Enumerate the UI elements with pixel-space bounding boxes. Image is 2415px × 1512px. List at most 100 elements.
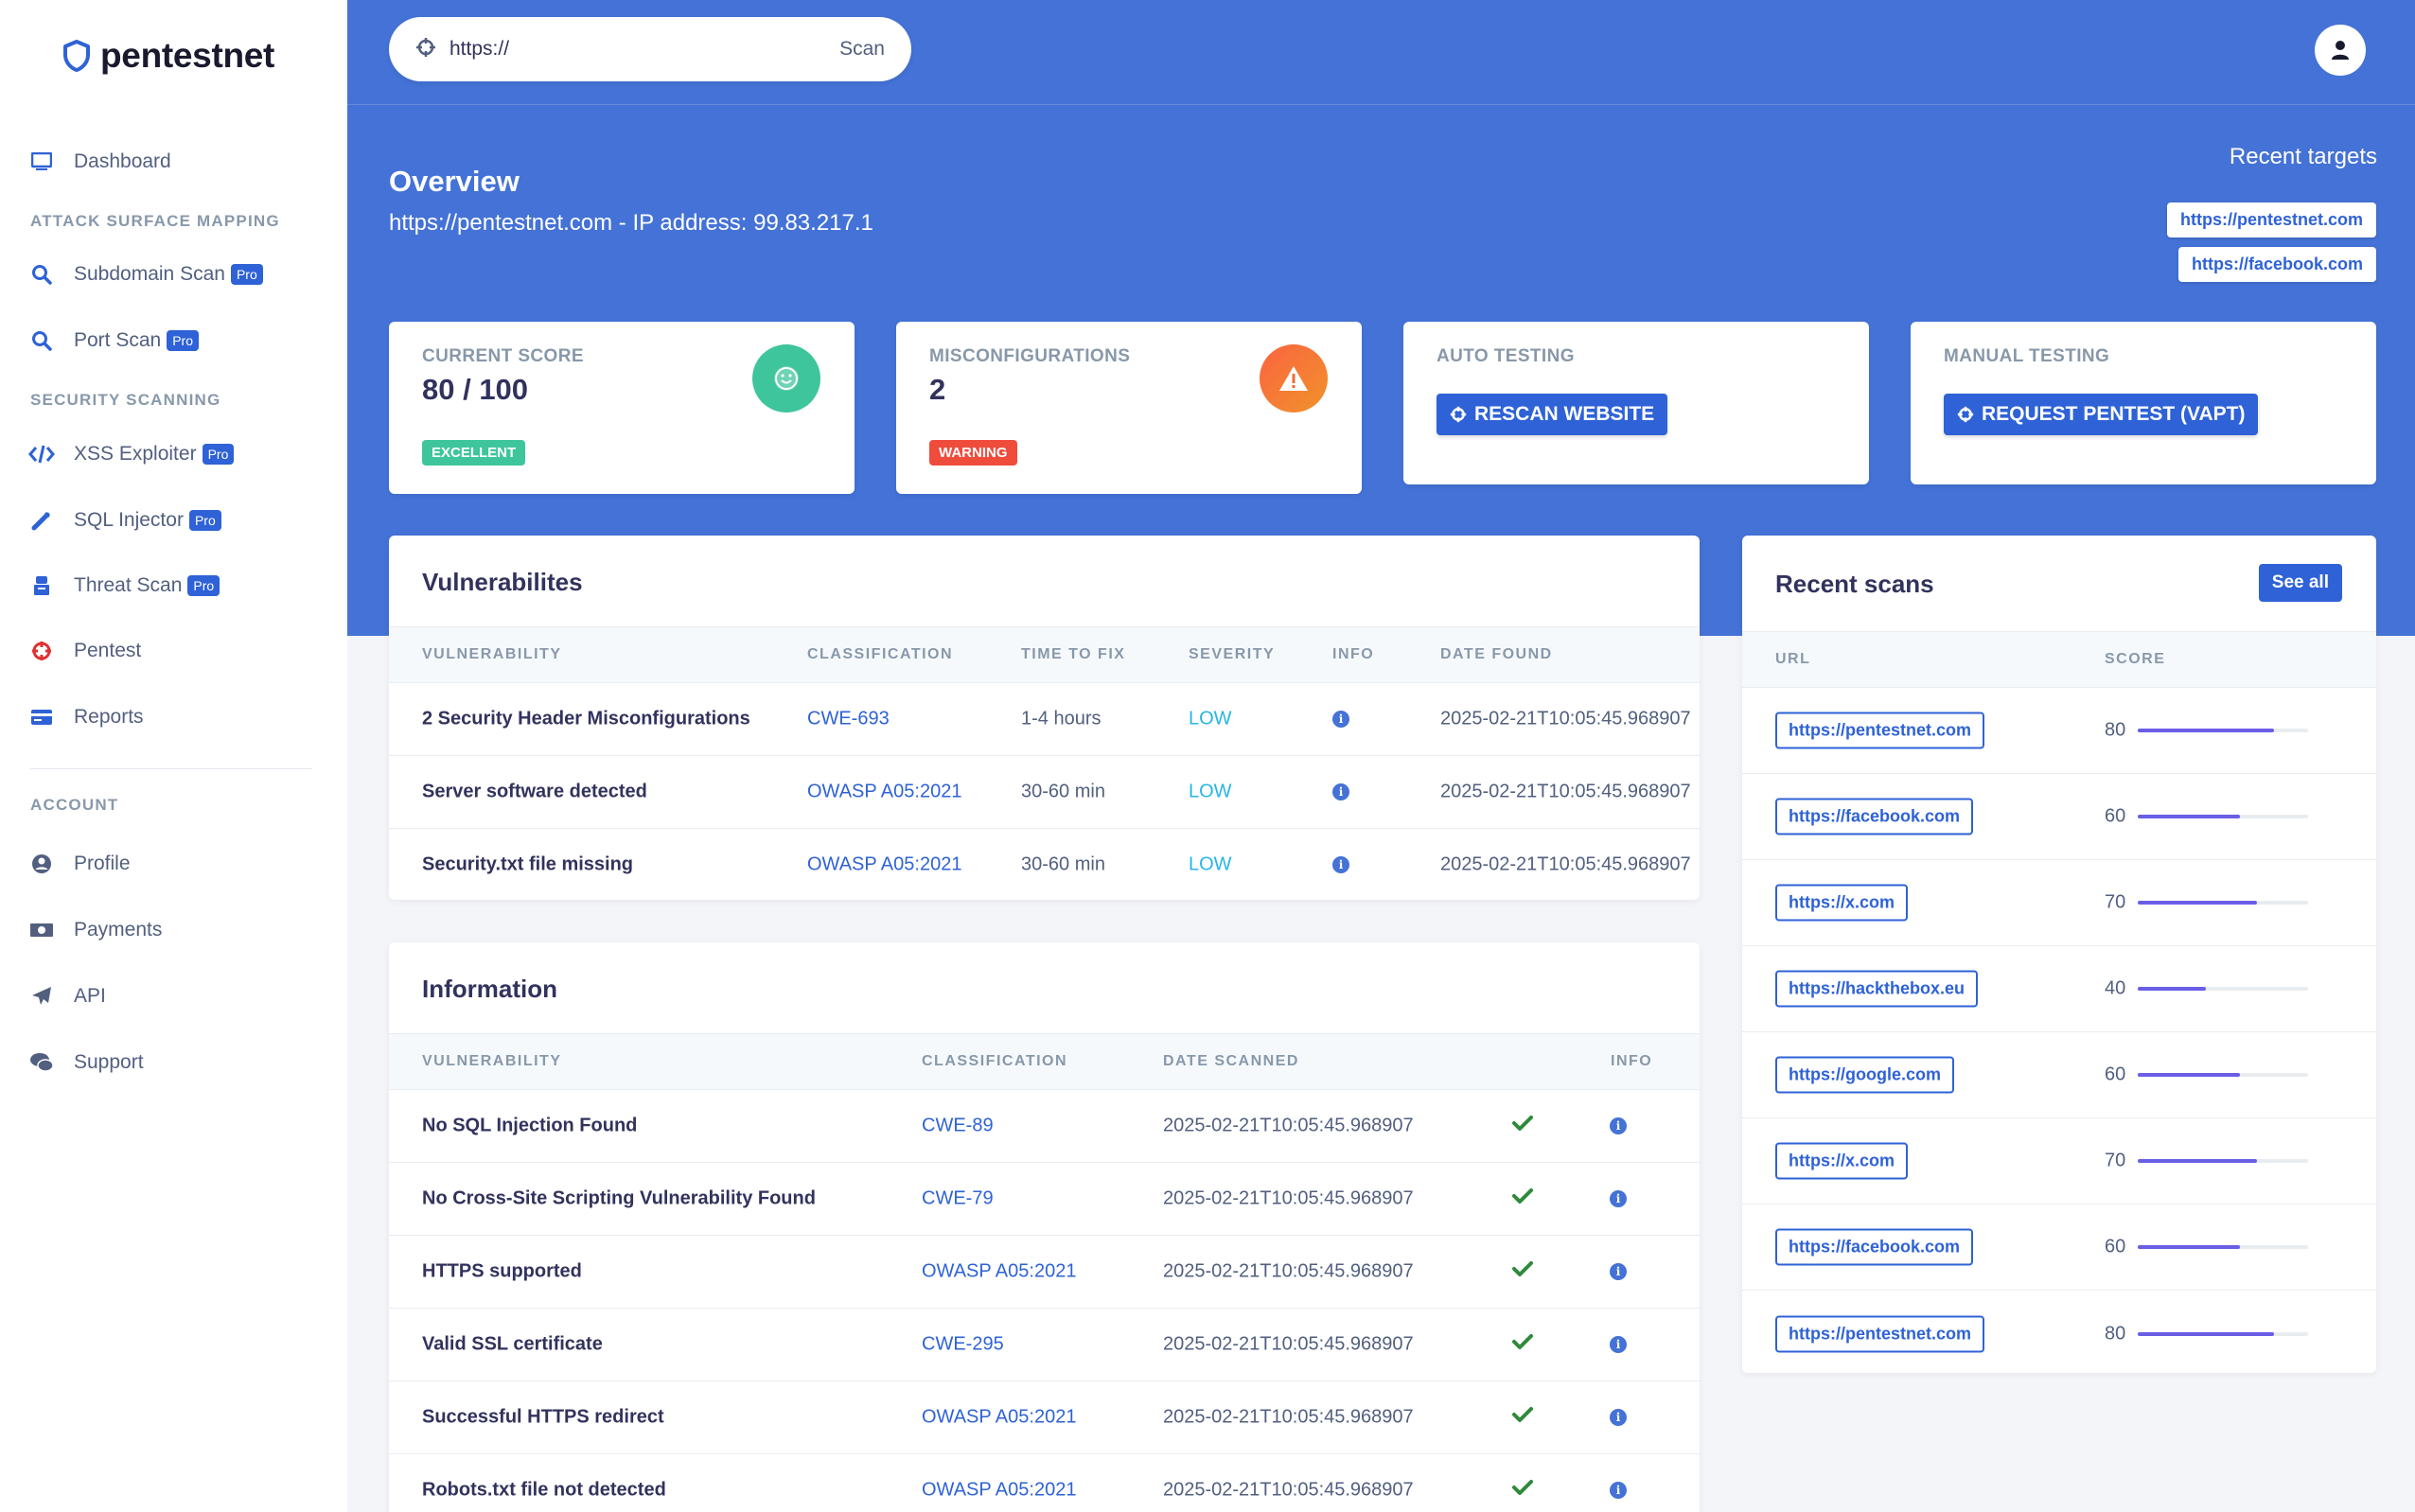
see-all-button[interactable]: See all [2258, 564, 2342, 602]
sidebar-item-pentest[interactable]: Pentest [28, 632, 141, 670]
score-progress-fill [2138, 1331, 2274, 1336]
date-found: 2025-02-21T10:05:45.968907 [1440, 853, 1691, 874]
crosshair-icon [28, 638, 55, 664]
pro-badge: Pro [188, 510, 221, 531]
scan-url-chip[interactable]: https://x.com [1775, 1142, 1909, 1180]
information-name: Robots.txt file not detected [422, 1479, 666, 1501]
severity: LOW [1189, 853, 1232, 874]
table-header: VULNERABILITY CLASSIFICATION DATE SCANNE… [389, 1033, 1700, 1090]
table-row: https://x.com 70 [1742, 1118, 2376, 1204]
scan-url-chip[interactable]: https://facebook.com [1775, 798, 1974, 835]
sidebar-item-sql-injector[interactable]: SQL Injector Pro [28, 501, 221, 539]
classification-link[interactable]: OWASP A05:2021 [922, 1480, 1076, 1502]
scan-url-chip[interactable]: https://google.com [1775, 1056, 1954, 1094]
info-button[interactable]: i [1332, 711, 1349, 728]
nav-heading-attack-surface: ATTACK SURFACE MAPPING [30, 212, 280, 230]
classification-link[interactable]: CWE-79 [922, 1188, 994, 1210]
monitor-icon [28, 149, 55, 175]
table-row: No Cross-Site Scripting Vulnerability Fo… [389, 1163, 1700, 1236]
info-button[interactable]: i [1332, 855, 1349, 873]
information-panel: Information VULNERABILITY CLASSIFICATION… [389, 942, 1700, 1512]
score-progress-bar [2138, 901, 2308, 905]
info-button[interactable]: i [1610, 1482, 1627, 1499]
table-row: https://facebook.com 60 [1742, 1204, 2376, 1291]
classification-link[interactable]: CWE-295 [922, 1334, 1004, 1356]
request-pentest-button[interactable]: REQUEST PENTEST (VAPT) [1944, 394, 2259, 435]
check-icon [1512, 1187, 1533, 1210]
info-button[interactable]: i [1610, 1409, 1627, 1426]
sidebar-item-port-scan[interactable]: Port Scan Pro [28, 322, 200, 360]
information-name: Valid SSL certificate [422, 1333, 603, 1355]
sidebar-item-reports[interactable]: Reports [28, 698, 144, 736]
brand-logo[interactable]: pentestnet [62, 36, 274, 76]
sidebar-item-subdomain-scan[interactable]: Subdomain Scan Pro [28, 255, 263, 293]
recent-scans-panel: Recent scans See all URL SCORE https://p… [1742, 536, 2376, 1373]
time-to-fix: 30-60 min [1021, 853, 1105, 874]
info-icon: i [1610, 1482, 1627, 1499]
target-subtitle: https://pentestnet.com - IP address: 99.… [389, 210, 873, 236]
sidebar-item-api[interactable]: API [28, 977, 106, 1015]
auto-testing-card: AUTO TESTING RESCAN WEBSITE [1403, 322, 1869, 484]
time-to-fix: 1-4 hours [1021, 708, 1102, 730]
score-progress-fill [2138, 1073, 2240, 1077]
sidebar-item-support[interactable]: Support [28, 1044, 144, 1081]
money-icon [28, 917, 55, 943]
info-button[interactable]: i [1332, 783, 1349, 800]
user-avatar-button[interactable] [2315, 25, 2366, 76]
table-row: Robots.txt file not detected OWASP A05:20… [389, 1454, 1700, 1512]
score-progress-fill [2138, 901, 2257, 905]
column-header: SEVERITY [1189, 646, 1276, 662]
classification-link[interactable]: OWASP A05:2021 [922, 1407, 1076, 1429]
sidebar-item-xss-exploiter[interactable]: XSS Exploiter Pro [28, 435, 235, 473]
classification-link[interactable]: OWASP A05:2021 [807, 782, 961, 803]
severity: LOW [1189, 781, 1232, 802]
info-button[interactable]: i [1610, 1263, 1627, 1280]
url-input[interactable] [450, 38, 840, 61]
scan-score: 80 [2105, 719, 2126, 741]
check-icon [1512, 1333, 1533, 1356]
info-button[interactable]: i [1610, 1190, 1627, 1207]
date-scanned: 2025-02-21T10:05:45.968907 [1163, 1406, 1414, 1428]
time-to-fix: 30-60 min [1021, 781, 1105, 802]
classification-link[interactable]: OWASP A05:2021 [807, 853, 961, 875]
classification-link[interactable]: CWE-89 [922, 1116, 994, 1137]
column-header: INFO [1332, 646, 1375, 662]
panel-title: Information [422, 975, 557, 1003]
recent-target-chip[interactable]: https://pentestnet.com [2166, 202, 2376, 237]
scan-url-chip[interactable]: https://hackthebox.eu [1775, 970, 1979, 1008]
recent-target-chip[interactable]: https://facebook.com [2177, 247, 2376, 282]
table-row: https://google.com 60 [1742, 1032, 2376, 1118]
classification-link[interactable]: CWE-693 [807, 709, 890, 730]
score-progress-bar [2138, 1331, 2308, 1336]
card-label: CURRENT SCORE [422, 346, 584, 366]
sidebar-item-profile[interactable]: Profile [28, 845, 131, 883]
date-found: 2025-02-21T10:05:45.968907 [1440, 708, 1691, 730]
scan-url-chip[interactable]: https://pentestnet.com [1775, 1315, 1985, 1352]
page-title: Overview [389, 165, 520, 198]
crosshair-icon [415, 37, 436, 62]
sidebar-item-label: API [74, 985, 106, 1007]
rescan-website-button[interactable]: RESCAN WEBSITE [1437, 394, 1668, 435]
info-icon: i [1332, 711, 1349, 728]
scan-url-chip[interactable]: https://x.com [1775, 884, 1909, 922]
column-header: TIME TO FIX [1021, 646, 1126, 662]
info-button[interactable]: i [1610, 1117, 1627, 1134]
smile-icon [752, 344, 820, 413]
info-icon: i [1610, 1117, 1627, 1134]
search-icon [28, 327, 55, 354]
panel-title: Recent scans [1775, 570, 1934, 598]
scan-button[interactable]: Scan [839, 38, 885, 61]
check-icon [1512, 1115, 1533, 1137]
card-label: AUTO TESTING [1437, 346, 1575, 366]
sidebar-item-payments[interactable]: Payments [28, 911, 162, 949]
user-circle-icon [28, 851, 55, 877]
sidebar-item-dashboard[interactable]: Dashboard [28, 143, 171, 181]
info-button[interactable]: i [1610, 1336, 1627, 1353]
scan-url-chip[interactable]: https://pentestnet.com [1775, 712, 1985, 749]
scan-url-chip[interactable]: https://facebook.com [1775, 1228, 1974, 1266]
classification-link[interactable]: OWASP A05:2021 [922, 1261, 1076, 1283]
topbar-divider [347, 104, 2415, 105]
sidebar-item-threat-scan[interactable]: Threat Scan Pro [28, 567, 220, 605]
sidebar-item-label: SQL Injector [74, 509, 184, 531]
check-icon [1512, 1479, 1533, 1502]
